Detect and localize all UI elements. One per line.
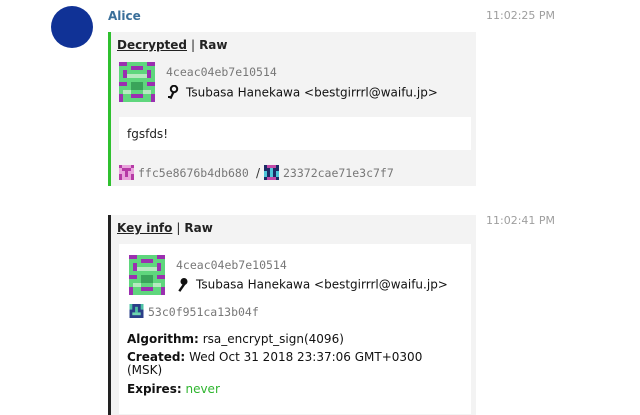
key-info-card: Key info | Raw 4ceac04eb7e10514 Tsubasa Ha… — [108, 215, 476, 415]
sender-name[interactable]: Alice — [108, 9, 141, 23]
tab-separator: | — [191, 38, 196, 52]
hash-a[interactable]: ffc5e8676b4db680 — [138, 166, 249, 180]
tab-key-info[interactable]: Key info — [117, 221, 172, 235]
created-label: Created: — [127, 350, 186, 364]
tab-decrypted[interactable]: Decrypted — [117, 38, 187, 52]
expires-row: Expires: never — [127, 383, 457, 396]
signer-fingerprint[interactable]: 4ceac04eb7e10514 — [166, 65, 277, 79]
message-timestamp: 11:02:25 PM — [486, 9, 556, 22]
expires-value: never — [185, 382, 220, 396]
key-uid: Tsubasa Hanekawa <bestgirrrl@waifu.jp> — [176, 277, 448, 293]
subkey-identicon — [129, 304, 144, 318]
signer-identicon — [119, 62, 155, 102]
key-event-timestamp: 11:02:41 PM — [486, 214, 556, 227]
hash-divider: / — [256, 166, 261, 180]
created-row: Created: Wed Oct 31 2018 23:37:06 GMT+03… — [127, 351, 457, 377]
algorithm-value: rsa_encrypt_sign(4096) — [202, 332, 344, 346]
hash-a-identicon — [119, 165, 134, 180]
key-uid-text: Tsubasa Hanekawa <bestgirrrl@waifu.jp> — [196, 277, 448, 292]
algorithm-label: Algorithm: — [127, 332, 199, 346]
sender-avatar[interactable] — [51, 6, 93, 48]
tab-key-raw[interactable]: Raw — [184, 221, 212, 235]
key-icon — [178, 278, 188, 292]
key-tab-separator: | — [176, 221, 181, 235]
hash-b-identicon — [264, 165, 279, 180]
message-body: fgsfds! — [119, 117, 471, 150]
signer-uid: Tsubasa Hanekawa <bestgirrrl@waifu.jp> — [166, 85, 438, 101]
hash-b[interactable]: 23372cae71e3c7f7 — [283, 166, 394, 180]
expires-label: Expires: — [127, 382, 182, 396]
signer-uid-text: Tsubasa Hanekawa <bestgirrrl@waifu.jp> — [186, 85, 438, 100]
key-identicon — [129, 255, 165, 295]
message-view-tabs: Decrypted | Raw — [117, 38, 228, 52]
subkey-hash[interactable]: 53c0f951ca13b04f — [148, 305, 259, 319]
key-view-tabs: Key info | Raw — [117, 221, 213, 235]
algorithm-row: Algorithm: rsa_encrypt_sign(4096) — [127, 333, 457, 346]
signed-key-icon — [168, 85, 179, 100]
key-details-panel: 4ceac04eb7e10514 Tsubasa Hanekawa <bestg… — [119, 244, 471, 414]
key-fingerprint[interactable]: 4ceac04eb7e10514 — [176, 258, 287, 272]
decrypted-message-card: Decrypted | Raw 4ceac04eb7e10514 Tsubasa H… — [108, 32, 476, 186]
tab-raw[interactable]: Raw — [199, 38, 227, 52]
